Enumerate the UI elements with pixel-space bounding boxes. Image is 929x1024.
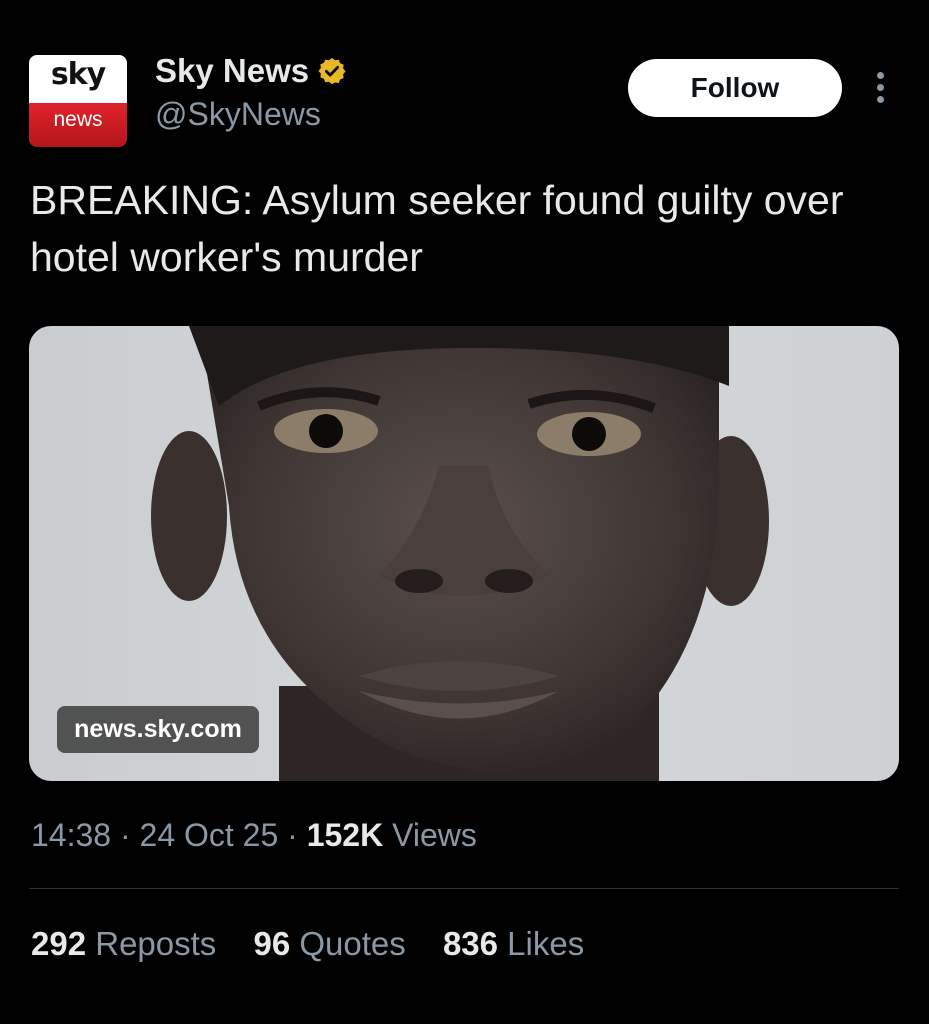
reposts-count: 292: [31, 925, 87, 962]
tweet-date[interactable]: 24 Oct 25: [140, 817, 279, 853]
logo-sky-text: sky: [50, 57, 106, 92]
views-label: Views: [383, 817, 477, 853]
more-dot: [877, 72, 884, 79]
author-name-row[interactable]: Sky News: [155, 52, 347, 90]
verified-badge-icon: [318, 57, 346, 85]
meta-separator: ·: [111, 817, 140, 853]
follow-button[interactable]: Follow: [628, 59, 842, 117]
tweet-text: BREAKING: Asylum seeker found guilty ove…: [30, 177, 844, 280]
display-name[interactable]: Sky News: [155, 52, 309, 90]
quotes-count: 96: [253, 925, 291, 962]
reposts-label: Reposts: [86, 925, 217, 962]
divider: [29, 888, 899, 889]
tweet-time[interactable]: 14:38: [31, 817, 111, 853]
likes-stat[interactable]: 836 Likes: [443, 925, 584, 962]
link-domain-chip[interactable]: news.sky.com: [57, 706, 259, 753]
user-handle[interactable]: @SkyNews: [155, 96, 321, 133]
engagement-stats: 292 Reposts 96 Quotes 836 Likes: [31, 925, 612, 963]
quotes-label: Quotes: [290, 925, 406, 962]
logo-news-text: news: [53, 108, 103, 131]
tweet-metadata: 14:38 · 24 Oct 25 · 152K Views: [31, 817, 477, 854]
more-dot: [877, 84, 884, 91]
views-count: 152K: [306, 817, 384, 853]
avatar-sky-news-logo[interactable]: sky news: [29, 55, 127, 147]
likes-count: 836: [442, 925, 498, 962]
quotes-stat[interactable]: 96 Quotes: [253, 925, 405, 962]
more-dot: [877, 96, 884, 103]
meta-separator: ·: [278, 817, 307, 853]
more-options-icon[interactable]: [866, 66, 894, 110]
reposts-stat[interactable]: 292 Reposts: [31, 925, 216, 962]
likes-label: Likes: [498, 925, 585, 962]
